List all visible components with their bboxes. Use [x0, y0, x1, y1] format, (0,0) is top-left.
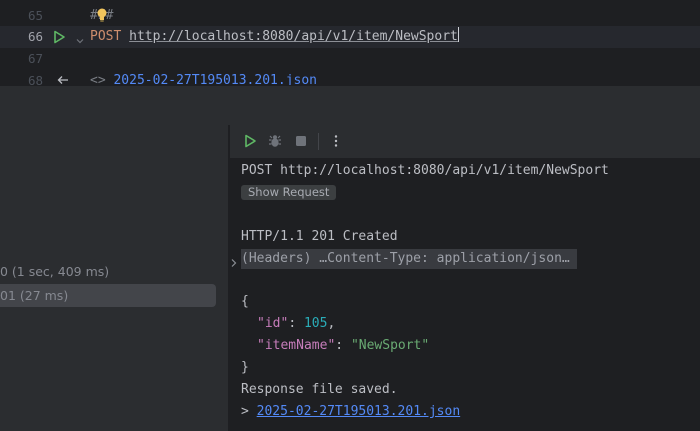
- more-options-icon[interactable]: [328, 133, 344, 149]
- line-number: 67: [27, 51, 43, 66]
- request-url[interactable]: http://localhost:8080/api/v1/item/NewSpo…: [129, 29, 458, 44]
- response-reference: <> 2025-02-27T195013.201.json: [90, 70, 317, 85]
- json-value: 105: [303, 316, 328, 331]
- saved-file-line: > 2025-02-27T195013.201.json: [241, 403, 460, 421]
- status-line: HTTP/1.1 201 Created: [241, 229, 398, 244]
- request-summary: POST http://localhost:8080/api/v1/item/N…: [241, 163, 609, 178]
- line-number: 66: [27, 29, 43, 44]
- json-close-brace: }: [241, 360, 249, 375]
- request-line: POST http://localhost:8080/api/v1/item/N…: [90, 26, 459, 48]
- history-item-selected[interactable]: 01 (27 ms): [0, 284, 216, 307]
- editor-line-65[interactable]: 65 ###: [0, 5, 700, 27]
- response-toolbar: [230, 125, 700, 158]
- text-caret: [457, 27, 459, 42]
- response-prefix: <>: [90, 73, 114, 85]
- run-icon[interactable]: [242, 133, 258, 149]
- response-file-link[interactable]: 2025-02-27T195013.201.json: [113, 73, 317, 85]
- response-headers-collapsed[interactable]: (Headers) …Content-Type: application/jso…: [241, 249, 577, 269]
- http-client-editor[interactable]: 65 ### 66 POST http://localhost:8080/api…: [0, 0, 700, 85]
- history-item-label: 0 (1 sec, 409 ms): [0, 264, 110, 279]
- http-method: POST: [90, 29, 122, 44]
- json-value: "NewSport": [350, 338, 430, 353]
- line-number: 65: [27, 8, 43, 23]
- json-line-itemname: "itemName": "NewSport": [257, 338, 430, 353]
- toolbar-divider: [318, 133, 319, 150]
- json-open-brace: {: [241, 294, 249, 309]
- editor-line-66[interactable]: 66 POST http://localhost:8080/api/v1/ite…: [0, 26, 700, 48]
- editor-line-67[interactable]: 67: [0, 48, 700, 70]
- saved-prefix: >: [241, 404, 257, 419]
- show-request-button[interactable]: Show Request: [241, 185, 337, 200]
- response-saved-text: Response file saved.: [241, 382, 398, 397]
- json-key: "itemName": [257, 338, 336, 353]
- stop-icon[interactable]: [293, 133, 309, 149]
- editor-line-68[interactable]: 68 <> 2025-02-27T195013.201.json: [0, 70, 700, 85]
- line-number: 68: [27, 73, 43, 85]
- arrow-left-icon[interactable]: [56, 72, 70, 85]
- services-tool-window-header: [0, 85, 700, 126]
- response-panel[interactable]: POST http://localhost:8080/api/v1/item/N…: [229, 125, 700, 431]
- debug-icon[interactable]: [267, 133, 283, 149]
- history-item-label: 01 (27 ms): [0, 288, 69, 303]
- saved-file-link[interactable]: 2025-02-27T195013.201.json: [257, 404, 461, 419]
- json-line-id: "id": 105,: [257, 316, 336, 331]
- chevron-right-icon[interactable]: [230, 253, 238, 272]
- json-key: "id": [257, 316, 289, 331]
- history-item[interactable]: 0 (1 sec, 409 ms): [0, 260, 216, 283]
- request-history-panel[interactable]: 0 (1 sec, 409 ms) 01 (27 ms): [0, 125, 228, 431]
